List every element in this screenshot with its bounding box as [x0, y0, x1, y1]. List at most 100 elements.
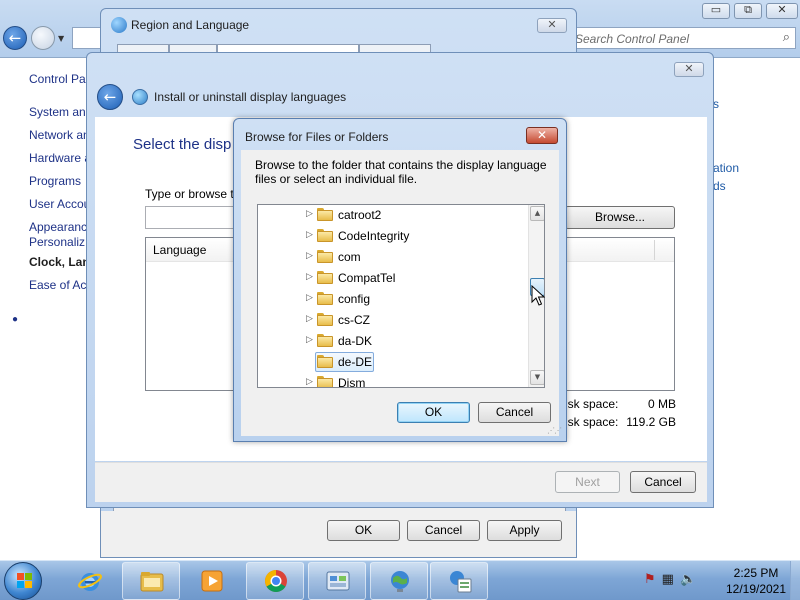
sidebar-item-personalization[interactable]: Personaliz [29, 235, 85, 249]
folder-tree[interactable]: ▷ catroot2 ▷ CodeIntegrity ▷ com ▷ Compa… [257, 204, 545, 388]
tree-item[interactable]: ▷ CompatTel [258, 268, 528, 289]
expand-arrow-icon[interactable]: ▷ [306, 272, 313, 282]
tree-item-label: CodeIntegrity [338, 229, 410, 243]
search-input[interactable]: Search Control Panel ⌕ [566, 27, 796, 49]
expand-arrow-icon[interactable]: ▷ [306, 335, 313, 345]
browse-dialog-body: Browse to the folder that contains the d… [241, 150, 562, 436]
expand-arrow-icon[interactable]: ▷ [306, 377, 313, 387]
browse-close-button[interactable]: ✕ [526, 127, 558, 144]
sidebar-item-system[interactable]: System and [29, 105, 92, 119]
browse-folders-dialog: Browse for Files or Folders ✕ Browse to … [233, 118, 567, 442]
next-button[interactable]: Next [555, 471, 620, 493]
action-center-flag-icon[interactable]: ⚑ [644, 572, 662, 587]
tree-item-label: catroot2 [338, 208, 382, 222]
internet-explorer-icon [77, 573, 103, 591]
expand-arrow-icon[interactable]: ▷ [306, 230, 313, 240]
tree-item-label: config [338, 292, 371, 306]
region-language-close-button[interactable]: ✕ [537, 18, 567, 33]
tree-item[interactable]: ▷ cs-CZ [258, 310, 528, 331]
network-icon[interactable]: ▦ [662, 572, 680, 587]
sidebar-item-appearance[interactable]: Appearanc [29, 220, 87, 234]
scroll-up-button[interactable]: ▲ [530, 206, 544, 221]
taskbar-region-language[interactable] [370, 562, 428, 600]
volume-icon[interactable]: 🔈 [680, 572, 702, 587]
expand-arrow-icon[interactable]: ▷ [306, 209, 313, 219]
start-button[interactable] [4, 562, 42, 600]
sidebar-item-programs[interactable]: Programs [29, 174, 81, 188]
globe-icon [111, 17, 127, 33]
system-tray: ⚑▦🔈 2:25 PM 12/19/2021 [640, 561, 800, 600]
folder-icon [317, 229, 333, 242]
minimize-button[interactable]: ▭ [702, 3, 730, 19]
expand-arrow-icon[interactable]: ▷ [306, 314, 313, 324]
install-close-button[interactable]: ✕ [674, 62, 704, 77]
language-globe-icon [132, 89, 148, 105]
sidebar-item-control-panel-home[interactable]: Control Pa [29, 72, 86, 86]
folder-icon [140, 572, 164, 592]
sidebar-item-hardware[interactable]: Hardware a [29, 151, 91, 165]
path-field-label: Type or browse t [145, 187, 234, 201]
expand-arrow-icon[interactable]: ▷ [306, 293, 313, 303]
browse-instructions: Browse to the folder that contains the d… [255, 158, 547, 186]
folder-icon [317, 271, 333, 284]
tree-item-label: com [338, 250, 361, 264]
sidebar-item-user-accounts[interactable]: User Accou [29, 197, 90, 211]
restore-button[interactable]: ⧉ [734, 3, 762, 19]
back-arrow-icon[interactable]: ← [97, 84, 123, 110]
cancel-button[interactable]: Cancel [407, 520, 480, 541]
expand-arrow-icon[interactable]: ▷ [306, 251, 313, 261]
scroll-down-button[interactable]: ▼ [530, 370, 544, 385]
tree-item-selected[interactable]: de-DE [258, 352, 528, 373]
tree-item[interactable]: ▷ catroot2 [258, 205, 528, 226]
taskbar-windows-explorer[interactable] [122, 562, 180, 600]
chrome-icon [265, 570, 287, 592]
search-icon[interactable]: ⌕ [783, 30, 790, 45]
taskbar-language-tool[interactable] [430, 562, 488, 600]
chevron-down-icon[interactable]: ▼ [58, 34, 64, 43]
apply-button[interactable]: Apply [487, 520, 562, 541]
taskbar-control-panel[interactable] [308, 562, 366, 600]
clock-date[interactable]: 12/19/2021 [718, 582, 794, 596]
control-panel-icon [326, 571, 350, 591]
folder-icon [317, 250, 333, 263]
folder-icon [317, 376, 333, 387]
tray-icons: ⚑▦🔈 [644, 572, 702, 587]
browse-ok-button[interactable]: OK [397, 402, 470, 423]
tree-item[interactable]: ▷ da-DK [258, 331, 528, 352]
back-button[interactable]: ← [3, 26, 27, 50]
resize-grip-icon[interactable]: ⋰⋰ [547, 426, 562, 435]
show-desktop-button[interactable] [790, 561, 800, 600]
tree-item[interactable]: ▷ Dism [258, 373, 528, 388]
tree-item[interactable]: ▷ com [258, 247, 528, 268]
forward-button[interactable] [31, 26, 55, 50]
taskbar-chrome[interactable] [246, 562, 304, 600]
column-divider[interactable] [654, 240, 655, 260]
right-link-2[interactable]: ation [713, 161, 739, 175]
mouse-pointer-icon [531, 285, 545, 306]
globe-clock-icon [391, 571, 409, 592]
tree-item-label: de-DE [338, 355, 373, 369]
tree-item[interactable]: ▷ config [258, 289, 528, 310]
browse-button[interactable]: Browse... [565, 206, 675, 229]
close-button[interactable]: ✕ [766, 3, 798, 19]
sidebar-item-ease-of-access[interactable]: Ease of Acc [29, 278, 92, 292]
clock-time[interactable]: 2:25 PM [726, 566, 786, 580]
disk-required-value: 0 MB [647, 397, 676, 411]
column-header-language[interactable]: Language [153, 243, 206, 257]
disk-available-value: 119.2 GB [626, 415, 676, 429]
media-player-icon [201, 570, 223, 592]
folder-icon [317, 208, 333, 221]
folder-icon [317, 334, 333, 347]
tree-item-label: Dism [338, 376, 366, 388]
ok-button[interactable]: OK [327, 520, 400, 541]
windows-logo-icon [17, 573, 33, 589]
tree-item[interactable]: ▷ CodeIntegrity [258, 226, 528, 247]
active-bullet-icon: ● [12, 314, 19, 325]
sidebar-item-network[interactable]: Network an [29, 128, 90, 142]
right-link-3[interactable]: ds [713, 179, 726, 193]
taskbar-media-player[interactable] [182, 562, 240, 600]
tree-item-label: CompatTel [338, 271, 396, 285]
taskbar-internet-explorer[interactable] [60, 562, 118, 600]
install-cancel-button[interactable]: Cancel [630, 471, 696, 493]
browse-cancel-button[interactable]: Cancel [478, 402, 551, 423]
